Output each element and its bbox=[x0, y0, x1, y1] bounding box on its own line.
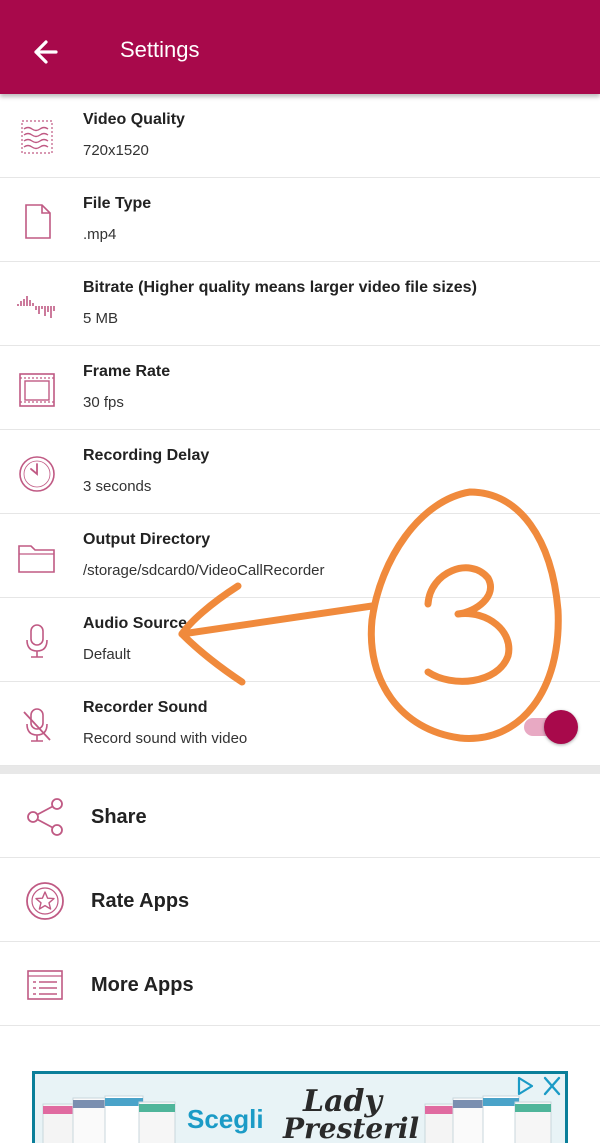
file-icon bbox=[25, 204, 51, 239]
action-label: Rate Apps bbox=[91, 890, 190, 912]
setting-output-directory[interactable]: Output Directory /storage/sdcard0/VideoC… bbox=[0, 514, 600, 598]
setting-recording-delay[interactable]: Recording Delay 3 seconds bbox=[0, 430, 600, 514]
setting-recorder-sound[interactable]: Recorder Sound Record sound with video bbox=[0, 682, 600, 766]
setting-value: Record sound with video bbox=[83, 730, 248, 747]
adchoices-icon[interactable] bbox=[513, 1074, 537, 1098]
setting-bitrate[interactable]: Bitrate (Higher quality means larger vid… bbox=[0, 262, 600, 346]
ad-brand-line-2: Presteril bbox=[283, 1112, 420, 1143]
action-share[interactable]: Share bbox=[0, 774, 600, 858]
setting-label: Bitrate (Higher quality means larger vid… bbox=[83, 279, 477, 296]
setting-frame-rate[interactable]: Frame Rate 30 fps bbox=[0, 346, 600, 430]
close-icon[interactable] bbox=[539, 1074, 565, 1098]
app-bar: Settings bbox=[0, 0, 600, 94]
setting-value: 5 MB bbox=[83, 310, 119, 327]
arrow-left-icon[interactable] bbox=[26, 32, 66, 72]
folder-icon bbox=[18, 545, 55, 573]
setting-file-type[interactable]: File Type .mp4 bbox=[0, 178, 600, 262]
recorder-sound-toggle[interactable] bbox=[522, 709, 578, 745]
setting-label: Recorder Sound bbox=[83, 699, 208, 716]
setting-value: 3 seconds bbox=[83, 478, 152, 495]
setting-label: File Type bbox=[83, 195, 152, 212]
setting-label: Audio Source bbox=[83, 615, 188, 632]
star-badge-icon bbox=[26, 882, 64, 920]
video-quality-icon bbox=[21, 120, 53, 154]
setting-value: .mp4 bbox=[83, 226, 117, 243]
product-packs-image bbox=[42, 1095, 176, 1143]
waveform-icon bbox=[17, 296, 55, 318]
settings-list: Video Quality 720x1520 File Type .mp4 Bi… bbox=[0, 94, 600, 766]
setting-value: Default bbox=[83, 646, 131, 663]
ad-text: Scegli bbox=[187, 1104, 264, 1134]
action-label: Share bbox=[91, 806, 147, 828]
actions-list: Share Rate Apps More Apps bbox=[0, 774, 600, 1026]
share-icon bbox=[27, 798, 63, 836]
setting-label: Frame Rate bbox=[83, 363, 171, 380]
clock-icon bbox=[19, 456, 55, 492]
setting-video-quality[interactable]: Video Quality 720x1520 bbox=[0, 94, 600, 178]
page-title: Settings bbox=[120, 37, 200, 62]
toggle-knob bbox=[544, 710, 578, 744]
action-more-apps[interactable]: More Apps bbox=[0, 942, 600, 1026]
film-frame-icon bbox=[19, 373, 55, 407]
section-divider bbox=[0, 766, 600, 774]
setting-audio-source[interactable]: Audio Source Default bbox=[0, 598, 600, 682]
microphone-icon bbox=[26, 624, 48, 658]
setting-label: Output Directory bbox=[83, 531, 211, 548]
list-icon bbox=[27, 970, 63, 1000]
action-label: More Apps bbox=[91, 974, 194, 996]
setting-value: /storage/sdcard0/VideoCallRecorder bbox=[83, 562, 325, 579]
action-rate-apps[interactable]: Rate Apps bbox=[0, 858, 600, 942]
setting-label: Recording Delay bbox=[83, 447, 210, 464]
ad-banner[interactable]: Scegli Lady Presteril bbox=[32, 1071, 568, 1143]
mic-off-icon bbox=[23, 708, 51, 742]
setting-value: 30 fps bbox=[83, 394, 124, 411]
setting-label: Video Quality bbox=[83, 111, 185, 128]
setting-value: 720x1520 bbox=[83, 142, 149, 159]
